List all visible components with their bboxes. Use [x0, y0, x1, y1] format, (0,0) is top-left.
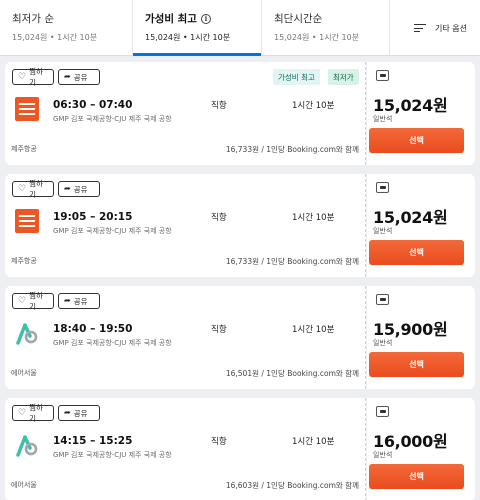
tab-cheapest[interactable]: 최저가 순 15,024원 • 1시간 10분	[0, 0, 133, 56]
flight-details[interactable]: ♡ 찜하기 ➦ 공유 18:40 – 19:50 GMP 김포 국제공항-CJU…	[5, 286, 366, 389]
tab-title: 최단시간순	[274, 13, 323, 25]
flight-duration: 1시간 10분	[292, 213, 335, 223]
share-label: 공유	[73, 184, 88, 194]
flight-route: GMP 김포 국제공항-CJU 제주 국제 공항	[53, 227, 172, 235]
share-arrow-icon: ➦	[64, 184, 71, 193]
cabin-class: 일반석	[373, 227, 393, 235]
share-button[interactable]: ➦ 공유	[58, 69, 100, 85]
flight-details[interactable]: ♡ 찜하기 ➦ 공유 19:05 – 20:15 GMP 김포 국제공항-CJU…	[5, 174, 366, 277]
flight-times: 06:30 – 07:40	[53, 99, 133, 111]
flight-card: ♡ 찜하기 ➦ 공유 18:40 – 19:50 GMP 김포 국제공항-CJU…	[5, 286, 479, 389]
flight-route: GMP 김포 국제공항-CJU 제주 국제 공항	[53, 451, 172, 459]
save-button[interactable]: ♡ 찜하기	[12, 291, 54, 311]
heart-icon: ♡	[18, 407, 27, 418]
share-button[interactable]: ➦ 공유	[58, 405, 100, 421]
stops-label: 직항	[211, 325, 227, 335]
seat-icon	[376, 294, 389, 305]
air-seoul-logo	[15, 321, 39, 345]
airline-name: 제주항공	[11, 257, 37, 265]
select-button[interactable]: 선택	[369, 240, 464, 265]
price-panel: 15,900원 일반석 선택	[367, 286, 475, 389]
stops-label: 직항	[211, 213, 227, 223]
save-button[interactable]: ♡ 찜하기	[12, 67, 54, 87]
flight-details[interactable]: ♡ 찜하기 ➦ 공유 14:15 – 15:25 GMP 김포 국제공항-CJU…	[5, 398, 366, 500]
provider-price-note: 16,733원 / 1인당 Booking.com와 함께	[225, 257, 359, 266]
airline-name: 에어서울	[11, 369, 37, 377]
airline-name: 에어서울	[11, 481, 37, 489]
save-button[interactable]: ♡ 찜하기	[12, 179, 54, 199]
share-arrow-icon: ➦	[64, 72, 71, 81]
flight-duration: 1시간 10분	[292, 437, 335, 447]
more-options-label: 기타 옵션	[435, 23, 467, 33]
provider-price-note: 16,733원 / 1인당 Booking.com와 함께	[225, 145, 359, 154]
best-value-badge: 가성비 최고	[273, 69, 320, 85]
tab-fastest[interactable]: 최단시간순 15,024원 • 1시간 10분	[262, 0, 390, 56]
tab-best-value[interactable]: 가성비 최고 i 15,024원 • 1시간 10분	[133, 0, 262, 56]
sort-tabs: 최저가 순 15,024원 • 1시간 10분 가성비 최고 i 15,024원…	[0, 0, 480, 56]
seat-icon	[376, 406, 389, 417]
share-arrow-icon: ➦	[64, 296, 71, 305]
seat-icon	[376, 182, 389, 193]
price: 15,900원	[373, 320, 448, 339]
price-panel: 15,024원 일반석 선택	[367, 174, 475, 277]
select-button[interactable]: 선택	[369, 464, 464, 489]
cheapest-badge: 최저가	[328, 69, 359, 85]
airline-name: 제주항공	[11, 145, 37, 153]
share-label: 공유	[73, 408, 88, 418]
heart-icon: ♡	[18, 71, 27, 82]
tab-subtitle: 15,024원 • 1시간 10분	[12, 33, 98, 42]
info-icon[interactable]: i	[200, 13, 211, 24]
more-options-button[interactable]: 기타 옵션	[390, 0, 480, 56]
flight-card: ♡ 찜하기 ➦ 공유 가성비 최고 최저가 06:30 – 07:40 GMP …	[5, 62, 479, 165]
tab-title: 최저가 순	[12, 13, 54, 25]
flight-duration: 1시간 10분	[292, 101, 335, 111]
flight-duration: 1시간 10분	[292, 325, 335, 335]
tab-title: 가성비 최고 i	[145, 11, 261, 26]
price: 15,024원	[373, 208, 448, 227]
active-tab-indicator	[133, 53, 261, 56]
tab-title-text: 가성비 최고	[145, 13, 197, 25]
stops-label: 직항	[211, 101, 227, 111]
select-button[interactable]: 선택	[369, 352, 464, 377]
share-arrow-icon: ➦	[64, 408, 71, 417]
save-button[interactable]: ♡ 찜하기	[12, 403, 54, 423]
cabin-class: 일반석	[373, 451, 393, 459]
tab-subtitle: 15,024원 • 1시간 10분	[145, 33, 231, 42]
cabin-class: 일반석	[373, 115, 393, 123]
flight-card: ♡ 찜하기 ➦ 공유 19:05 – 20:15 GMP 김포 국제공항-CJU…	[5, 174, 479, 277]
tab-subtitle: 15,024원 • 1시간 10분	[274, 33, 360, 42]
flight-card: ♡ 찜하기 ➦ 공유 14:15 – 15:25 GMP 김포 국제공항-CJU…	[5, 398, 479, 500]
save-label: 찜하기	[29, 67, 43, 87]
share-label: 공유	[73, 72, 88, 82]
provider-price-note: 16,603원 / 1인당 Booking.com와 함께	[225, 481, 359, 490]
save-label: 찜하기	[29, 291, 43, 311]
save-label: 찜하기	[29, 179, 43, 199]
filter-lines-icon	[414, 23, 426, 33]
flight-times: 18:40 – 19:50	[53, 323, 133, 335]
heart-icon: ♡	[18, 295, 27, 306]
air-seoul-logo	[15, 433, 39, 457]
flight-times: 19:05 – 20:15	[53, 211, 133, 223]
price-panel: 15,024원 일반석 선택	[367, 62, 475, 165]
select-button[interactable]: 선택	[369, 128, 464, 153]
flight-route: GMP 김포 국제공항-CJU 제주 국제 공항	[53, 115, 172, 123]
share-button[interactable]: ➦ 공유	[58, 293, 100, 309]
seat-icon	[376, 70, 389, 81]
flight-details[interactable]: ♡ 찜하기 ➦ 공유 가성비 최고 최저가 06:30 – 07:40 GMP …	[5, 62, 366, 165]
share-button[interactable]: ➦ 공유	[58, 181, 100, 197]
share-label: 공유	[73, 296, 88, 306]
flight-times: 14:15 – 15:25	[53, 435, 133, 447]
jeju-air-logo	[15, 209, 39, 233]
price-panel: 16,000원 일반석 선택	[367, 398, 475, 500]
cabin-class: 일반석	[373, 339, 393, 347]
price: 16,000원	[373, 432, 448, 451]
price: 15,024원	[373, 96, 448, 115]
flight-route: GMP 김포 국제공항-CJU 제주 국제 공항	[53, 339, 172, 347]
stops-label: 직항	[211, 437, 227, 447]
heart-icon: ♡	[18, 183, 27, 194]
save-label: 찜하기	[29, 403, 43, 423]
provider-price-note: 16,501원 / 1인당 Booking.com와 함께	[225, 369, 359, 378]
jeju-air-logo	[15, 97, 39, 121]
